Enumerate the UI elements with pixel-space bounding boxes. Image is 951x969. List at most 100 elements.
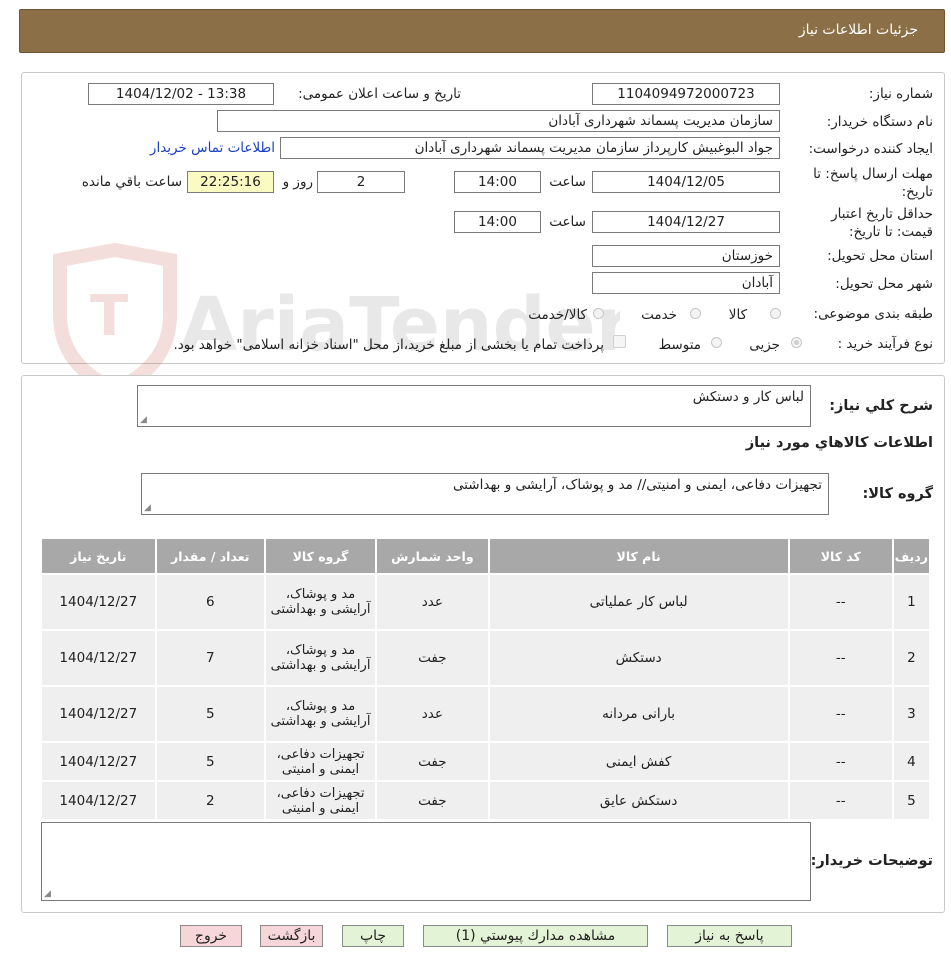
buyer-notes-label: توضيحات خريدار: <box>810 853 933 869</box>
category-option-goods-service: کالا/خدمت <box>528 307 587 323</box>
col-header-name: نام كالا <box>487 537 790 575</box>
category-radio-goods-service[interactable] <box>593 308 604 319</box>
cell-code: -- <box>787 741 894 782</box>
table-row: 5 -- دستکش عایق جفت تجهیزات دفاعی، ایمنی… <box>40 780 932 821</box>
category-option-goods: کالا <box>728 307 747 323</box>
cell-name: بارانی مردانه <box>487 685 790 743</box>
deadline-time-label: ساعت <box>549 174 586 190</box>
exit-button[interactable]: خروج <box>180 925 242 947</box>
goods-group-label: گروه کالا: <box>862 486 933 502</box>
buyer-contact-link[interactable]: اطلاعات تماس خریدار <box>150 140 275 156</box>
validity-label-line1: حداقل تاریخ اعتبار <box>831 206 933 222</box>
validity-label-line2: قیمت: تا تاریخ: <box>849 224 933 240</box>
category-radio-service[interactable] <box>690 308 701 319</box>
col-header-group: گروه کالا <box>263 537 378 575</box>
view-attachments-button[interactable]: مشاهده مدارك پيوستي (1) <box>423 925 648 947</box>
cell-name: کفش ایمنی <box>487 741 790 782</box>
cell-unit: جفت <box>375 780 490 821</box>
cell-code: -- <box>787 629 894 687</box>
validity-time-field: 14:00 <box>454 211 541 233</box>
cell-unit: عدد <box>375 685 490 743</box>
goods-group-text: تجهیزات دفاعی، ایمنی و امنیتی// مد و پوش… <box>452 477 822 493</box>
cell-group: مد و پوشاک، آرایشی و بهداشتی <box>263 685 378 743</box>
cell-code: -- <box>787 685 894 743</box>
cell-unit: جفت <box>375 629 490 687</box>
requester-field: جواد البوغبیش کارپرداز سازمان مدیریت پسم… <box>280 137 780 159</box>
validity-date-field: 1404/12/27 <box>592 211 780 233</box>
deadline-label-line2: تاریخ: <box>901 184 933 200</box>
cell-qty: 7 <box>154 629 266 687</box>
summary-label: شرح كلي نياز: <box>829 398 933 414</box>
cell-qty: 5 <box>154 741 266 782</box>
resize-grip-icon: ◢ <box>144 503 151 513</box>
deadline-date-field: 1404/12/05 <box>592 171 780 193</box>
resize-grip-icon: ◢ <box>44 889 51 899</box>
buyer-org-label: نام دستگاه خریدار: <box>826 114 933 130</box>
cell-row-no: 5 <box>891 780 932 821</box>
announce-field: 1404/12/02 - 13:38 <box>88 83 274 105</box>
col-header-code: كد كالا <box>787 537 894 575</box>
cell-name: لباس کار عملیاتی <box>487 573 790 631</box>
col-header-qty: تعداد / مقدار <box>154 537 266 575</box>
city-field: آبادان <box>592 272 780 294</box>
requester-label: ایجاد کننده درخواست: <box>808 141 933 157</box>
page-header: جزئیات اطلاعات نیاز <box>19 9 945 53</box>
cell-code: -- <box>787 573 894 631</box>
back-button[interactable]: بازگشت <box>260 925 323 947</box>
cell-group: مد و پوشاک، آرایشی و بهداشتی <box>263 629 378 687</box>
table-row: 1 -- لباس کار عملیاتی عدد مد و پوشاک، آر… <box>40 573 932 631</box>
category-label: طبقه بندی موضوعی: <box>813 306 933 322</box>
col-header-row-no: رديف <box>891 537 932 575</box>
cell-row-no: 4 <box>891 741 932 782</box>
table-row: 2 -- دستکش جفت مد و پوشاک، آرایشی و بهدا… <box>40 629 932 687</box>
province-field: خوزستان <box>592 245 780 267</box>
deadline-time-field: 14:00 <box>454 171 541 193</box>
remaining-time-field: 22:25:16 <box>187 171 274 193</box>
cell-group: مد و پوشاک، آرایشی و بهداشتی <box>263 573 378 631</box>
need-number-label: شماره نیاز: <box>868 86 933 102</box>
reply-button[interactable]: پاسخ به نیاز <box>667 925 792 947</box>
process-radio-minor[interactable] <box>791 337 802 348</box>
page-title: جزئیات اطلاعات نیاز <box>798 22 918 38</box>
deadline-label-line1: مهلت ارسال پاسخ: تا <box>813 166 933 182</box>
process-radio-medium[interactable] <box>711 337 722 348</box>
cell-qty: 6 <box>154 573 266 631</box>
cell-row-no: 2 <box>891 629 932 687</box>
cell-group: تجهیزات دفاعی، ایمنی و امنیتی <box>263 741 378 782</box>
treasury-note: پرداخت تمام یا بخشی از مبلغ خرید،از محل … <box>173 337 604 353</box>
goods-group-textarea[interactable]: تجهیزات دفاعی، ایمنی و امنیتی// مد و پوش… <box>141 473 829 515</box>
cell-name: دستکش <box>487 629 790 687</box>
cell-unit: عدد <box>375 573 490 631</box>
cell-date: 1404/12/27 <box>40 629 157 687</box>
cell-qty: 5 <box>154 685 266 743</box>
cell-group: تجهیزات دفاعی، ایمنی و امنیتی <box>263 780 378 821</box>
city-label: شهر محل تحویل: <box>835 276 933 292</box>
process-option-minor: جزیی <box>749 337 780 353</box>
cell-qty: 2 <box>154 780 266 821</box>
treasury-checkbox[interactable] <box>613 335 626 348</box>
cell-date: 1404/12/27 <box>40 741 157 782</box>
summary-textarea[interactable]: لباس کار و دستکش ◢ <box>137 385 811 427</box>
summary-text: لباس کار و دستکش <box>692 389 804 405</box>
goods-info-title: اطلاعات كالاهاي مورد نياز <box>745 435 933 451</box>
col-header-date: تاريخ نياز <box>40 537 157 575</box>
process-option-medium: متوسط <box>658 337 701 353</box>
cell-date: 1404/12/27 <box>40 780 157 821</box>
cell-name: دستکش عایق <box>487 780 790 821</box>
process-label: نوع فرآیند خرید : <box>837 336 933 352</box>
cell-code: -- <box>787 780 894 821</box>
cell-date: 1404/12/27 <box>40 573 157 631</box>
buyer-notes-textarea[interactable]: ◢ <box>41 822 811 901</box>
remaining-time-label: ساعت باقي مانده <box>81 174 182 190</box>
validity-time-label: ساعت <box>549 214 586 230</box>
province-label: استان محل تحویل: <box>827 248 933 264</box>
items-table: رديف كد كالا نام كالا واحد شمارش گروه کا… <box>40 537 932 821</box>
buyer-org-field: سازمان مدیریت پسماند شهرداری آبادان <box>217 110 780 132</box>
need-number-field: 1104094972000723 <box>592 83 780 105</box>
cell-row-no: 1 <box>891 573 932 631</box>
category-option-service: خدمت <box>641 307 677 323</box>
days-label: روز و <box>282 174 313 190</box>
days-field: 2 <box>317 171 405 193</box>
category-radio-goods[interactable] <box>770 308 781 319</box>
print-button[interactable]: چاپ <box>342 925 404 947</box>
